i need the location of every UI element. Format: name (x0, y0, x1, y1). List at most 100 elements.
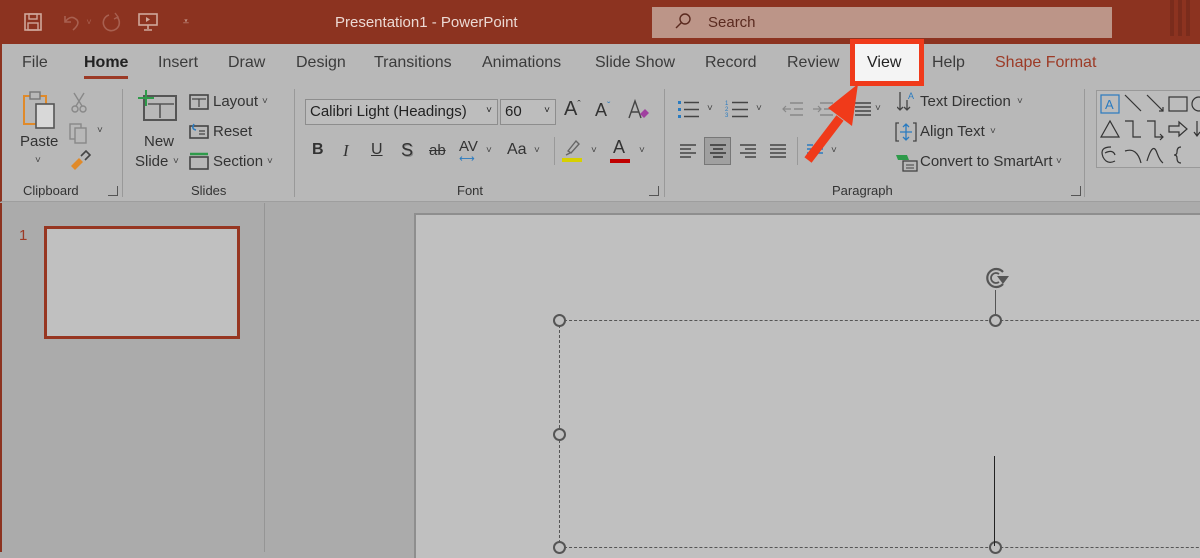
font-name-combo[interactable]: Calibri Light (Headings) ˅ (305, 99, 498, 125)
align-text-button[interactable]: Align Text (920, 123, 985, 140)
svg-text:A: A (1105, 97, 1114, 112)
group-separator (294, 89, 295, 197)
bullets-icon[interactable] (678, 100, 700, 123)
strikethrough-button[interactable]: ab (429, 142, 446, 159)
align-center-button[interactable] (704, 137, 731, 165)
search-box[interactable]: Search (652, 7, 1112, 38)
convert-smartart-dropdown-icon[interactable]: ˅ (1056, 156, 1062, 167)
tab-design[interactable]: Design (296, 54, 346, 72)
customize-qat-icon[interactable]: ⩡ (178, 16, 194, 29)
tab-draw[interactable]: Draw (228, 54, 265, 72)
shrink-font-button[interactable]: Aˇ (595, 100, 610, 121)
view-tab-highlight[interactable]: View (850, 39, 924, 86)
slide-number: 1 (19, 227, 28, 244)
resize-handle-top-left[interactable] (553, 314, 566, 327)
line-spacing-dropdown-icon[interactable]: ˅ (875, 103, 881, 114)
convert-smartart-button[interactable]: Convert to SmartArt (920, 153, 1053, 170)
window-controls (1170, 0, 1200, 44)
tab-insert[interactable]: Insert (158, 54, 198, 72)
change-case-dropdown-icon[interactable]: ˅ (534, 145, 540, 156)
font-name-value: Calibri Light (Headings) (310, 103, 467, 120)
new-slide-dropdown-icon[interactable]: ˅ (173, 156, 179, 167)
tab-file[interactable]: File (22, 54, 48, 72)
bullets-dropdown-icon[interactable]: ˅ (707, 103, 713, 114)
resize-handle-bottom-left[interactable] (553, 541, 566, 554)
slide-thumbnail-pane: 1 (0, 203, 265, 552)
tab-animations[interactable]: Animations (482, 54, 561, 72)
rotate-handle-icon[interactable] (981, 264, 1011, 297)
title-placeholder[interactable] (559, 320, 1200, 548)
layout-button[interactable]: Layout (213, 93, 258, 110)
tab-slide-show[interactable]: Slide Show (595, 54, 675, 72)
tab-record[interactable]: Record (705, 54, 757, 72)
chevron-down-icon[interactable]: ˅ (544, 105, 550, 116)
clipboard-launcher-icon[interactable] (108, 186, 118, 196)
text-direction-button[interactable]: Text Direction (920, 93, 1011, 110)
character-spacing-button[interactable]: AV ⟷ (459, 138, 478, 165)
new-slide-label-line1[interactable]: New (144, 133, 174, 150)
shadow-button[interactable]: S (401, 140, 413, 161)
line-shape-icon (1124, 94, 1142, 112)
new-slide-icon[interactable] (138, 90, 178, 127)
align-text-dropdown-icon[interactable]: ˅ (990, 126, 996, 137)
clear-formatting-icon[interactable] (626, 98, 652, 127)
shapes-gallery[interactable]: A (1096, 90, 1200, 168)
resize-handle-bottom-middle[interactable] (989, 541, 1002, 554)
copy-dropdown-icon[interactable]: ˅ (97, 125, 103, 136)
tab-transitions[interactable]: Transitions (374, 54, 452, 72)
section-dropdown-icon[interactable]: ˅ (267, 156, 273, 167)
highlight-color-button[interactable] (562, 137, 584, 168)
paste-dropdown-icon[interactable]: ˅ (35, 155, 41, 166)
numbering-dropdown-icon[interactable]: ˅ (756, 103, 762, 114)
separator (797, 137, 798, 165)
paste-button[interactable]: Paste (20, 133, 58, 150)
section-button[interactable]: Section (213, 153, 263, 170)
copy-icon[interactable] (69, 122, 91, 149)
save-icon[interactable] (22, 11, 44, 33)
grow-font-icon: A (564, 98, 578, 120)
tab-view[interactable]: View (867, 54, 901, 72)
layout-dropdown-icon[interactable]: ˅ (262, 96, 268, 107)
align-left-icon[interactable] (679, 143, 697, 164)
text-box-shape-icon: A (1100, 94, 1120, 114)
svg-text:A: A (908, 91, 914, 101)
undo-icon[interactable] (60, 11, 84, 33)
paragraph-group-label: Paragraph (832, 183, 893, 198)
font-color-dropdown-icon[interactable]: ˅ (639, 145, 645, 156)
redo-icon[interactable] (100, 11, 124, 33)
paste-icon[interactable] (22, 90, 58, 135)
curve-shape-icon (1146, 147, 1164, 164)
down-arrow-shape-icon (1193, 121, 1200, 137)
justify-icon[interactable] (769, 143, 787, 164)
font-launcher-icon[interactable] (649, 186, 659, 196)
text-direction-dropdown-icon[interactable]: ˅ (1017, 96, 1023, 107)
format-painter-icon[interactable] (69, 149, 92, 177)
highlight-color-dropdown-icon[interactable]: ˅ (591, 145, 597, 156)
undo-dropdown-icon[interactable]: ˅ (84, 17, 94, 27)
grow-font-button[interactable]: Aˆ (564, 98, 581, 121)
change-case-button[interactable]: Aa (507, 141, 527, 159)
align-right-icon[interactable] (739, 143, 757, 164)
tab-review[interactable]: Review (787, 54, 839, 72)
start-slideshow-icon[interactable] (136, 11, 160, 33)
tab-home[interactable]: Home (84, 54, 129, 79)
tab-shape-format[interactable]: Shape Format (995, 54, 1096, 72)
tab-help[interactable]: Help (932, 54, 965, 72)
numbering-icon[interactable]: 123 (725, 100, 749, 123)
slide-thumbnail[interactable] (44, 226, 240, 339)
font-size-combo[interactable]: 60 ˅ (500, 99, 556, 125)
underline-button[interactable]: U (371, 141, 383, 159)
cut-icon[interactable] (70, 91, 88, 118)
bold-button[interactable]: B (312, 141, 324, 159)
resize-handle-middle-left[interactable] (553, 428, 566, 441)
font-color-button[interactable]: A (610, 137, 630, 163)
chevron-down-icon[interactable]: ˅ (486, 105, 492, 116)
ribbon-home: Paste ˅ ˅ Clipboard New Slide ˅ Layout ˅… (0, 82, 1200, 202)
elbow-arrow-connector-shape-icon (1147, 120, 1164, 141)
resize-handle-top-middle[interactable] (989, 314, 1002, 327)
italic-button[interactable]: I (343, 141, 349, 161)
paragraph-launcher-icon[interactable] (1071, 186, 1081, 196)
character-spacing-dropdown-icon[interactable]: ˅ (486, 145, 492, 156)
reset-button[interactable]: Reset (213, 123, 252, 140)
new-slide-button[interactable]: Slide (135, 153, 168, 170)
